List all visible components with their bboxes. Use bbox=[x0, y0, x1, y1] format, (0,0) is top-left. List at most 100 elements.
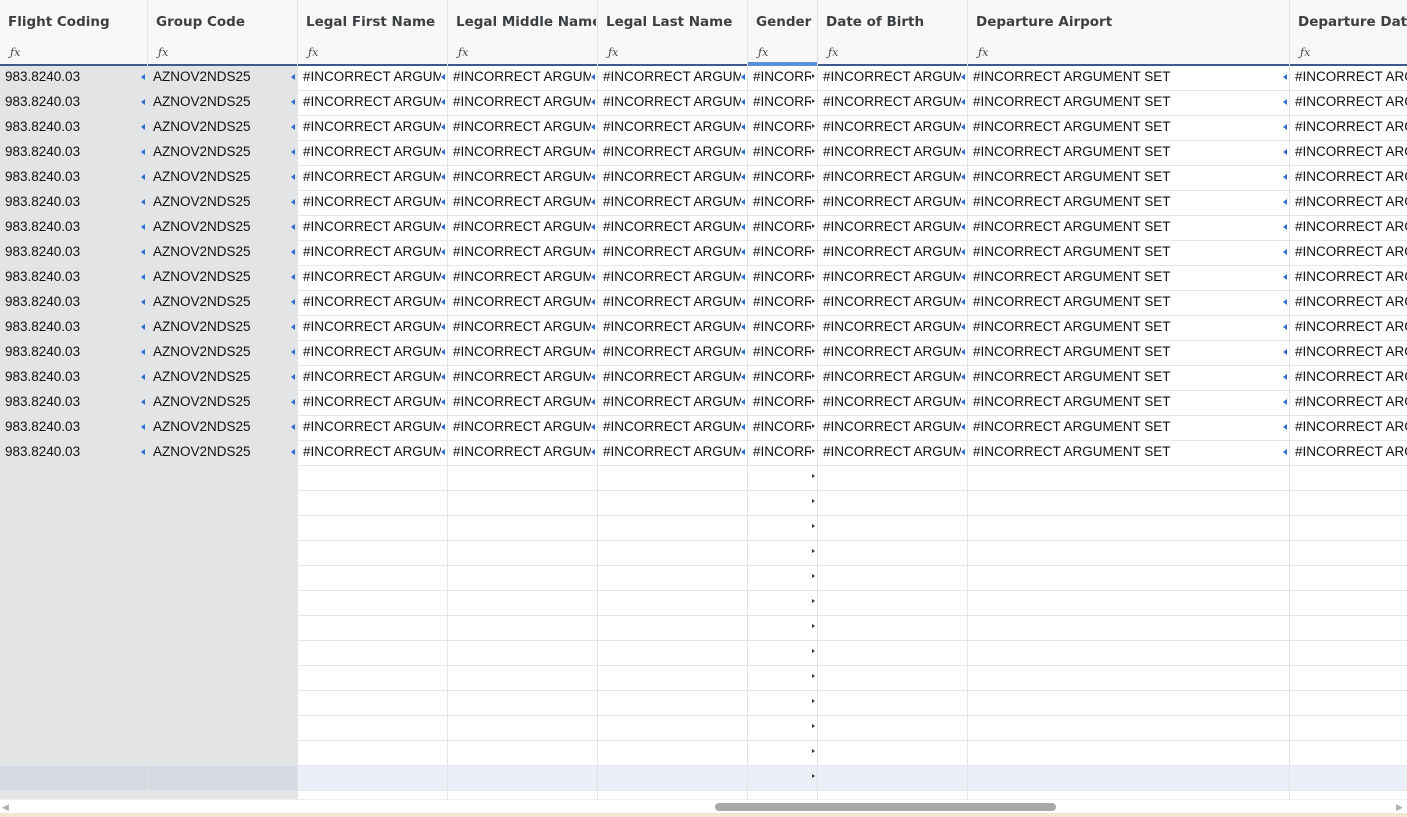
table-cell[interactable]: #INCORRECT ARG bbox=[1290, 316, 1407, 341]
empty-cell[interactable] bbox=[0, 741, 147, 766]
table-cell[interactable]: #INCORRECT ARGUM bbox=[448, 416, 597, 441]
fx-icon[interactable]: ƒx bbox=[758, 46, 768, 59]
table-cell[interactable]: #INCORRECT ARGUM bbox=[598, 66, 747, 91]
empty-cell[interactable] bbox=[968, 766, 1289, 791]
fx-icon[interactable]: ƒx bbox=[608, 46, 618, 59]
empty-cell[interactable] bbox=[1290, 641, 1407, 666]
empty-cell[interactable] bbox=[598, 691, 747, 716]
table-cell[interactable]: #INCORRECT ARGUM bbox=[818, 241, 967, 266]
table-cell[interactable]: #INCORRECT ARG bbox=[1290, 241, 1407, 266]
table-cell[interactable]: #INCORRECT ARG bbox=[1290, 441, 1407, 466]
table-cell[interactable]: 983.8240.03 bbox=[0, 366, 147, 391]
fx-icon[interactable]: ƒx bbox=[1300, 46, 1310, 59]
table-cell[interactable]: #INCORRECT ARGUMENT SET bbox=[968, 366, 1289, 391]
empty-cell[interactable] bbox=[448, 566, 597, 591]
table-cell[interactable]: 983.8240.03 bbox=[0, 91, 147, 116]
table-cell[interactable]: #INCORRECT ARGUM bbox=[448, 116, 597, 141]
empty-cell[interactable] bbox=[1290, 616, 1407, 641]
table-cell[interactable]: #INCORR bbox=[748, 391, 817, 416]
table-cell[interactable]: #INCORRECT ARGUM bbox=[448, 216, 597, 241]
table-cell[interactable]: #INCORRECT ARGUM bbox=[448, 366, 597, 391]
table-cell[interactable]: AZNOV2NDS25 bbox=[148, 291, 297, 316]
empty-cell[interactable] bbox=[598, 641, 747, 666]
table-cell[interactable]: AZNOV2NDS25 bbox=[148, 191, 297, 216]
empty-cell[interactable] bbox=[1290, 691, 1407, 716]
empty-cell[interactable] bbox=[748, 741, 817, 766]
table-cell[interactable]: #INCORRECT ARGUMENT SET bbox=[968, 441, 1289, 466]
empty-cell[interactable] bbox=[0, 666, 147, 691]
table-cell[interactable]: #INCORRECT ARGUM bbox=[818, 141, 967, 166]
table-cell[interactable]: #INCORR bbox=[748, 366, 817, 391]
table-cell[interactable]: #INCORRECT ARGUM bbox=[448, 66, 597, 91]
empty-cell[interactable] bbox=[818, 641, 967, 666]
empty-cell[interactable] bbox=[748, 641, 817, 666]
table-cell[interactable]: #INCORRECT ARGUM bbox=[298, 366, 447, 391]
table-cell[interactable]: 983.8240.03 bbox=[0, 241, 147, 266]
scrollbar-thumb[interactable] bbox=[715, 803, 1056, 811]
empty-cell[interactable] bbox=[1290, 741, 1407, 766]
empty-cell[interactable] bbox=[968, 566, 1289, 591]
table-cell[interactable]: 983.8240.03 bbox=[0, 166, 147, 191]
empty-cell[interactable] bbox=[968, 666, 1289, 691]
empty-cell[interactable] bbox=[448, 716, 597, 741]
table-cell[interactable]: #INCORRECT ARGUM bbox=[298, 291, 447, 316]
empty-cell[interactable] bbox=[298, 541, 447, 566]
empty-cell[interactable] bbox=[968, 616, 1289, 641]
table-cell[interactable]: #INCORRECT ARGUM bbox=[448, 166, 597, 191]
table-cell[interactable]: 983.8240.03 bbox=[0, 141, 147, 166]
empty-cell[interactable] bbox=[1290, 716, 1407, 741]
table-cell[interactable]: AZNOV2NDS25 bbox=[148, 316, 297, 341]
fx-icon[interactable]: ƒx bbox=[308, 46, 318, 59]
table-cell[interactable]: #INCORRECT ARGUM bbox=[598, 266, 747, 291]
table-cell[interactable]: #INCORRECT ARGUM bbox=[298, 166, 447, 191]
scroll-left-icon[interactable]: ◀ bbox=[2, 803, 9, 812]
empty-cell[interactable] bbox=[448, 516, 597, 541]
table-cell[interactable]: #INCORRECT ARG bbox=[1290, 66, 1407, 91]
table-cell[interactable]: #INCORRECT ARGUMENT SET bbox=[968, 241, 1289, 266]
table-cell[interactable]: #INCORR bbox=[748, 216, 817, 241]
table-cell[interactable]: #INCORRECT ARG bbox=[1290, 91, 1407, 116]
empty-cell[interactable] bbox=[968, 466, 1289, 491]
empty-cell[interactable] bbox=[0, 566, 147, 591]
table-cell[interactable]: 983.8240.03 bbox=[0, 441, 147, 466]
table-cell[interactable]: #INCORRECT ARGUM bbox=[818, 391, 967, 416]
table-cell[interactable]: #INCORR bbox=[748, 116, 817, 141]
table-cell[interactable]: #INCORRECT ARGUM bbox=[598, 166, 747, 191]
empty-cell[interactable] bbox=[818, 691, 967, 716]
table-cell[interactable]: #INCORRECT ARG bbox=[1290, 366, 1407, 391]
table-cell[interactable]: 983.8240.03 bbox=[0, 216, 147, 241]
table-cell[interactable]: #INCORRECT ARGUM bbox=[298, 416, 447, 441]
column-header-departure_date[interactable]: Departure Date ƒx bbox=[1290, 0, 1407, 66]
empty-cell[interactable] bbox=[298, 516, 447, 541]
table-cell[interactable]: #INCORR bbox=[748, 341, 817, 366]
table-cell[interactable]: AZNOV2NDS25 bbox=[148, 216, 297, 241]
empty-cell[interactable] bbox=[0, 516, 147, 541]
table-cell[interactable]: 983.8240.03 bbox=[0, 341, 147, 366]
empty-cell[interactable] bbox=[818, 466, 967, 491]
empty-cell[interactable] bbox=[968, 641, 1289, 666]
empty-cell[interactable] bbox=[298, 566, 447, 591]
empty-cell[interactable] bbox=[148, 741, 297, 766]
empty-cell[interactable] bbox=[748, 591, 817, 616]
table-cell[interactable]: #INCORRECT ARGUM bbox=[448, 241, 597, 266]
table-cell[interactable]: #INCORRECT ARGUM bbox=[818, 441, 967, 466]
table-cell[interactable]: AZNOV2NDS25 bbox=[148, 141, 297, 166]
table-cell[interactable]: #INCORRECT ARGUM bbox=[448, 341, 597, 366]
table-cell[interactable]: #INCORRECT ARGUMENT SET bbox=[968, 66, 1289, 91]
table-cell[interactable]: #INCORRECT ARGUM bbox=[598, 241, 747, 266]
table-cell[interactable]: #INCORRECT ARGUM bbox=[448, 91, 597, 116]
table-cell[interactable]: 983.8240.03 bbox=[0, 391, 147, 416]
table-cell[interactable]: #INCORRECT ARG bbox=[1290, 391, 1407, 416]
empty-cell[interactable] bbox=[968, 741, 1289, 766]
empty-cell[interactable] bbox=[748, 516, 817, 541]
fx-icon[interactable]: ƒx bbox=[828, 46, 838, 59]
table-cell[interactable]: #INCORRECT ARG bbox=[1290, 291, 1407, 316]
empty-cell[interactable] bbox=[1290, 666, 1407, 691]
table-cell[interactable]: #INCORRECT ARGUMENT SET bbox=[968, 416, 1289, 441]
table-cell[interactable]: #INCORRECT ARGUM bbox=[818, 166, 967, 191]
table-cell[interactable]: #INCORR bbox=[748, 241, 817, 266]
empty-cell[interactable] bbox=[598, 616, 747, 641]
table-cell[interactable]: #INCORRECT ARGUM bbox=[598, 366, 747, 391]
table-cell[interactable]: AZNOV2NDS25 bbox=[148, 341, 297, 366]
table-cell[interactable]: #INCORRECT ARGUM bbox=[298, 66, 447, 91]
